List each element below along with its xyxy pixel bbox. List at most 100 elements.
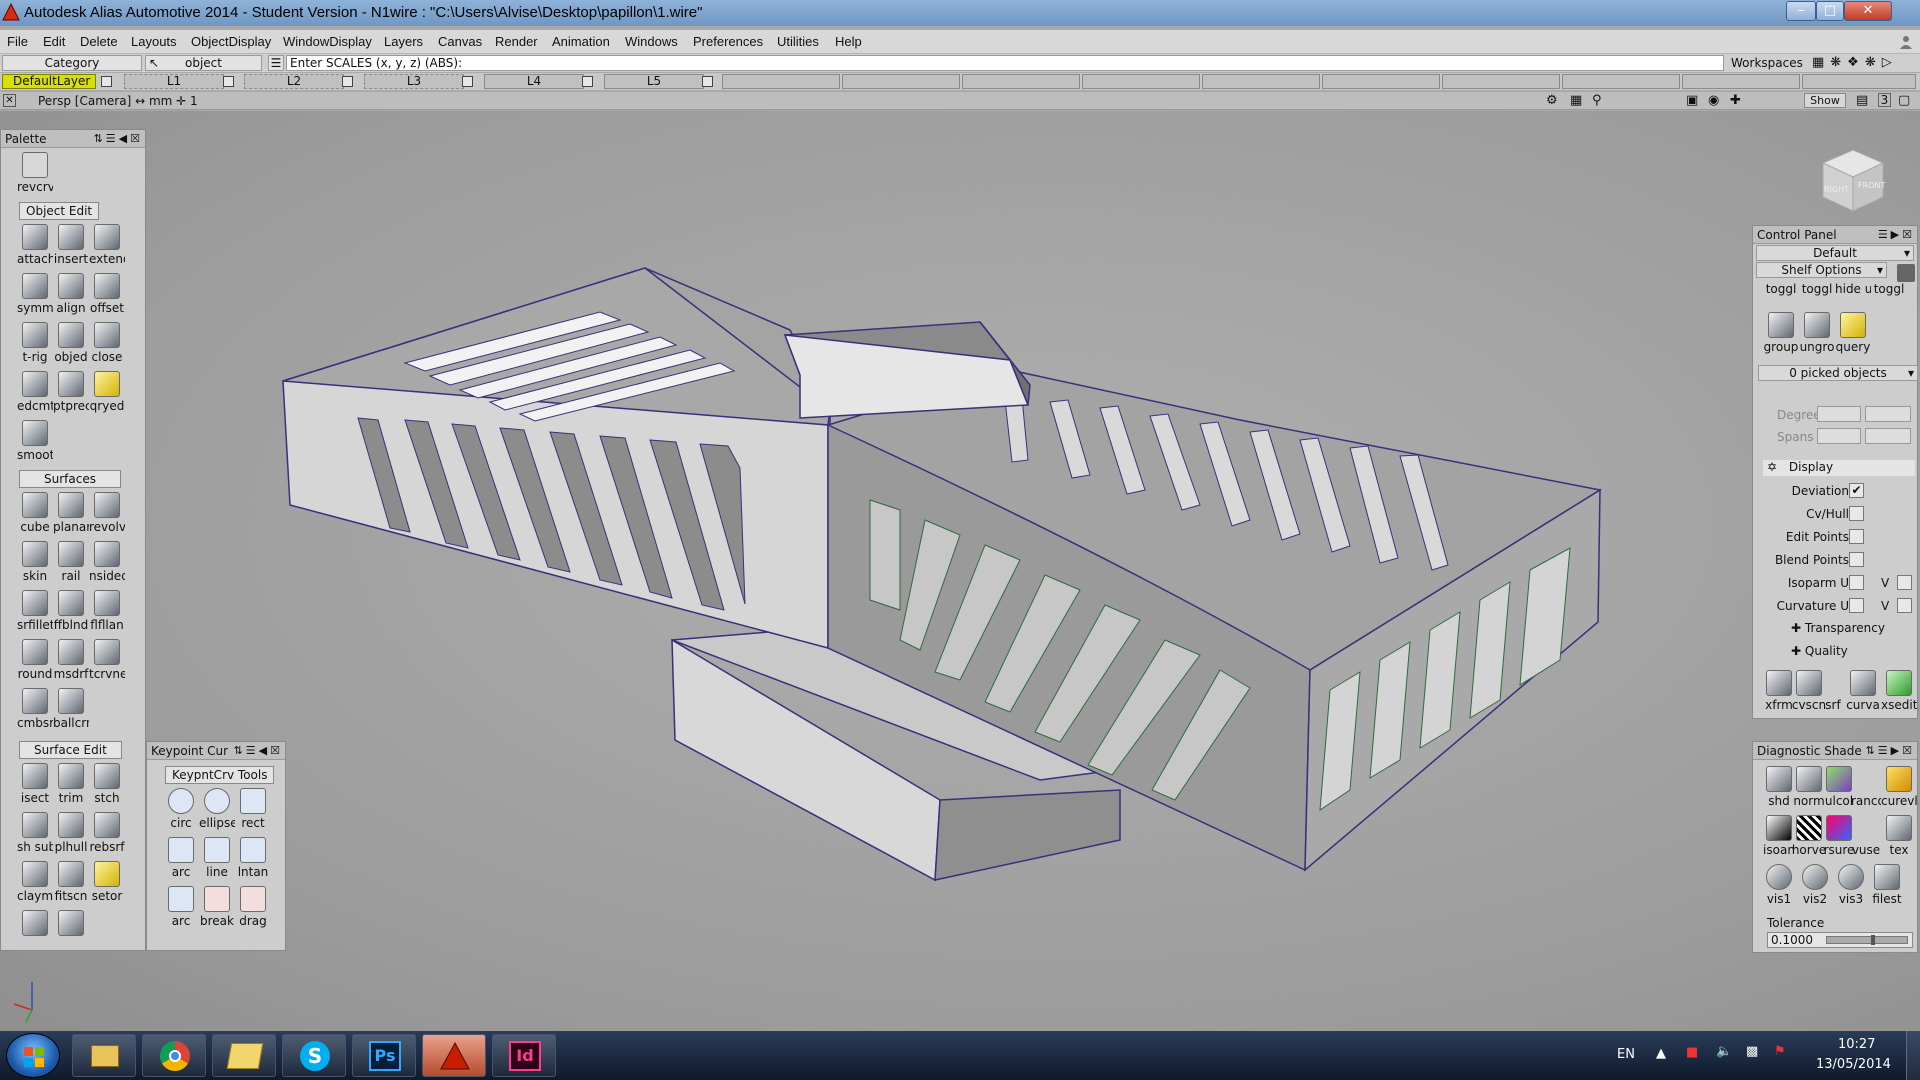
tool-arc[interactable]: arc bbox=[163, 835, 199, 883]
tool-ptprec[interactable]: ptprec bbox=[53, 369, 89, 417]
network-icon[interactable]: ■ bbox=[1686, 1045, 1698, 1060]
shelf-ungroup[interactable]: ungro bbox=[1799, 310, 1835, 358]
tool-setor[interactable]: setor bbox=[89, 859, 125, 907]
tool-insert[interactable]: insert bbox=[53, 222, 89, 270]
menu-help[interactable]: Help bbox=[835, 34, 862, 49]
layer-empty-slot[interactable] bbox=[1562, 74, 1680, 89]
picked-objects-dropdown[interactable]: 0 picked objects ▾ bbox=[1758, 365, 1918, 381]
tool-ellipse[interactable]: ellipse bbox=[199, 786, 235, 834]
look-at-icon[interactable]: ▣ bbox=[1686, 93, 1698, 108]
action-center-icon[interactable]: ⚑ bbox=[1774, 1044, 1786, 1059]
prompt-field[interactable]: Enter SCALES (x, y, z) (ABS): bbox=[286, 55, 1724, 71]
maximize-view-icon[interactable]: ▢ bbox=[1898, 93, 1910, 108]
tool-extra-1[interactable] bbox=[17, 908, 53, 948]
curvature-u-checkbox[interactable] bbox=[1849, 598, 1864, 613]
tool-qryed[interactable]: qryed bbox=[89, 369, 125, 417]
tool-plhull[interactable]: plhull bbox=[53, 810, 89, 858]
signal-icon[interactable]: ▩ bbox=[1746, 1044, 1758, 1059]
isoparm-row[interactable]: Isoparm U V bbox=[1753, 573, 1919, 593]
menu-animation[interactable]: Animation bbox=[552, 34, 610, 49]
tool-vis3[interactable]: vis3 bbox=[1833, 862, 1869, 910]
tool-filest[interactable]: filest bbox=[1869, 862, 1905, 910]
degree-field[interactable] bbox=[1817, 406, 1861, 422]
taskbar-skype[interactable]: S bbox=[282, 1034, 346, 1077]
language-indicator[interactable]: EN bbox=[1617, 1047, 1635, 1062]
tool-ballcrn[interactable]: ballcrn bbox=[53, 686, 89, 734]
tolerance-field[interactable]: 0.1000 bbox=[1767, 932, 1913, 948]
isoparm-v-checkbox[interactable] bbox=[1897, 575, 1912, 590]
layer-l4[interactable]: L4 bbox=[484, 74, 584, 89]
display-section-header[interactable]: ✡ Display bbox=[1763, 460, 1915, 476]
layer-empty-slot[interactable] bbox=[1082, 74, 1200, 89]
workspaces-label[interactable]: Workspaces bbox=[1731, 56, 1803, 70]
menu-utilities[interactable]: Utilities bbox=[777, 34, 819, 49]
tool-revcrv[interactable]: revcrv bbox=[17, 150, 53, 198]
blend-points-row[interactable]: Blend Points bbox=[1753, 550, 1919, 570]
maximize-button[interactable]: □ bbox=[1816, 1, 1844, 21]
camera-track-icon[interactable]: ▦ bbox=[1570, 93, 1582, 108]
degree-field-2[interactable] bbox=[1865, 406, 1911, 422]
layer-empty-slot[interactable] bbox=[962, 74, 1080, 89]
layout-3-icon[interactable]: 3 bbox=[1878, 93, 1891, 107]
tool-curevl[interactable]: curevl bbox=[1881, 764, 1917, 812]
tool-cmbsrf[interactable]: cmbsrf bbox=[17, 686, 53, 734]
tool-extend[interactable]: extend bbox=[89, 222, 125, 270]
layout-icon[interactable]: ▤ bbox=[1856, 93, 1868, 108]
viewcube[interactable]: RIGHT FRONT bbox=[1818, 145, 1888, 215]
close-window-icon[interactable]: ✕ bbox=[3, 94, 16, 107]
tool-align[interactable]: align bbox=[53, 271, 89, 319]
shelf-hide-u[interactable]: hide u bbox=[1835, 282, 1871, 312]
tool-round[interactable]: round bbox=[17, 637, 53, 685]
taskbar-photoshop[interactable]: Ps bbox=[352, 1034, 416, 1077]
layer-l4-box[interactable] bbox=[582, 76, 593, 87]
tool-fitscn[interactable]: fitscn bbox=[53, 859, 89, 907]
tool-t-rig[interactable]: t-rig bbox=[17, 320, 53, 368]
tool-attach[interactable]: attach bbox=[17, 222, 53, 270]
taskbar-alias[interactable] bbox=[422, 1034, 486, 1077]
layer-l2[interactable]: L2 bbox=[244, 74, 344, 89]
tool-planar[interactable]: planar bbox=[53, 490, 89, 538]
tool-smooth[interactable]: smooth bbox=[17, 418, 53, 466]
tool-offset[interactable]: offset bbox=[89, 271, 125, 319]
camera-tumble-icon[interactable]: ⚙ bbox=[1546, 93, 1558, 108]
tool-rail[interactable]: rail bbox=[53, 539, 89, 587]
taskbar-chrome[interactable] bbox=[142, 1034, 206, 1077]
tool-curva[interactable]: curva bbox=[1845, 668, 1881, 716]
menu-objectdisplay[interactable]: ObjectDisplay bbox=[191, 34, 271, 49]
tool-stch[interactable]: stch bbox=[89, 761, 125, 809]
menu-render[interactable]: Render bbox=[495, 34, 538, 49]
menu-layers[interactable]: Layers bbox=[384, 34, 423, 49]
layer-l1-box[interactable] bbox=[223, 76, 234, 87]
grid-toggle-icon[interactable]: ✚ bbox=[1730, 93, 1741, 108]
viewport-label[interactable]: Persp [Camera] ↔ mm ✛ 1 bbox=[38, 94, 198, 108]
show-hidden-icons[interactable]: ▲ bbox=[1656, 1046, 1666, 1061]
tool-symm[interactable]: symm bbox=[17, 271, 53, 319]
wireframe-toggle-icon[interactable]: ◉ bbox=[1708, 93, 1719, 108]
shelf-toggl-2[interactable]: toggl bbox=[1799, 282, 1835, 312]
isoparm-u-checkbox[interactable] bbox=[1849, 575, 1864, 590]
tool-arc-2[interactable]: arc bbox=[163, 884, 199, 932]
section-surfaces[interactable]: Surfaces bbox=[17, 468, 121, 490]
tolerance-slider-thumb[interactable] bbox=[1871, 935, 1875, 945]
layer-l5[interactable]: L5 bbox=[604, 74, 704, 89]
curvature-row[interactable]: Curvature U V bbox=[1753, 596, 1919, 616]
layer-l2-box[interactable] bbox=[342, 76, 353, 87]
shelf-toggl-1[interactable]: toggl bbox=[1763, 282, 1799, 312]
tool-ffblnd[interactable]: ffblnd bbox=[53, 588, 89, 636]
trash-icon[interactable] bbox=[1897, 264, 1915, 282]
keypoint-tab[interactable]: KeypntCrv Tools bbox=[163, 764, 275, 786]
tool-circ[interactable]: circ bbox=[163, 786, 199, 834]
layer-empty-slot[interactable] bbox=[1322, 74, 1440, 89]
layer-l3-box[interactable] bbox=[462, 76, 473, 87]
tool-vis2[interactable]: vis2 bbox=[1797, 862, 1833, 910]
keypoint-header-icons[interactable]: ⇅☰◀☒ bbox=[234, 744, 283, 757]
tool-lntan[interactable]: lntan bbox=[235, 835, 271, 883]
tool-skin[interactable]: skin bbox=[17, 539, 53, 587]
layer-empty-slot[interactable] bbox=[1442, 74, 1560, 89]
minimize-button[interactable]: – bbox=[1786, 1, 1816, 21]
menu-layouts[interactable]: Layouts bbox=[131, 34, 177, 49]
default-layer-button[interactable]: DefaultLayer bbox=[2, 74, 96, 89]
tool-isect[interactable]: isect bbox=[17, 761, 53, 809]
tool-tex[interactable]: tex bbox=[1881, 813, 1917, 861]
edit-points-row[interactable]: Edit Points bbox=[1753, 527, 1919, 547]
